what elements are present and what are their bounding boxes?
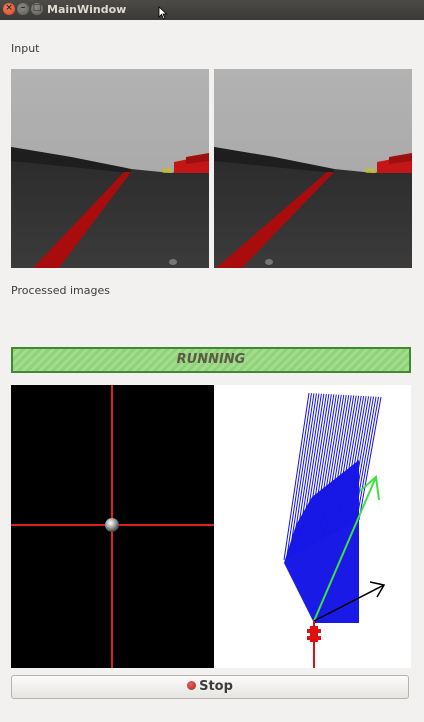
- processed-navigation-map: [214, 385, 411, 668]
- right-camera-image: [214, 69, 412, 268]
- stop-button-label: Stop: [199, 679, 233, 694]
- maximize-window-button[interactable]: □: [31, 3, 43, 15]
- robot-wheels-front: [307, 629, 321, 633]
- status-indicator: RUNNING: [11, 347, 411, 373]
- window-title: MainWindow: [47, 3, 127, 16]
- input-label: Input: [11, 42, 40, 55]
- close-window-button[interactable]: ×: [3, 3, 15, 15]
- left-camera-image: [11, 69, 209, 268]
- robot-wheels-rear: [307, 636, 321, 640]
- stop-button[interactable]: Stop: [11, 675, 409, 699]
- processed-crosshair-view: [11, 385, 214, 668]
- minimize-icon: –: [20, 3, 26, 13]
- processed-images-label: Processed images: [11, 284, 110, 297]
- record-icon: [187, 681, 197, 690]
- target-ball-icon: [105, 518, 119, 532]
- window-titlebar: × – □ MainWindow: [0, 0, 424, 20]
- close-icon: ×: [5, 3, 13, 13]
- mouse-cursor-icon: [158, 6, 168, 20]
- maximize-icon: □: [32, 3, 42, 13]
- minimize-window-button[interactable]: –: [17, 3, 29, 15]
- direction-vector-arrowhead: [369, 581, 386, 598]
